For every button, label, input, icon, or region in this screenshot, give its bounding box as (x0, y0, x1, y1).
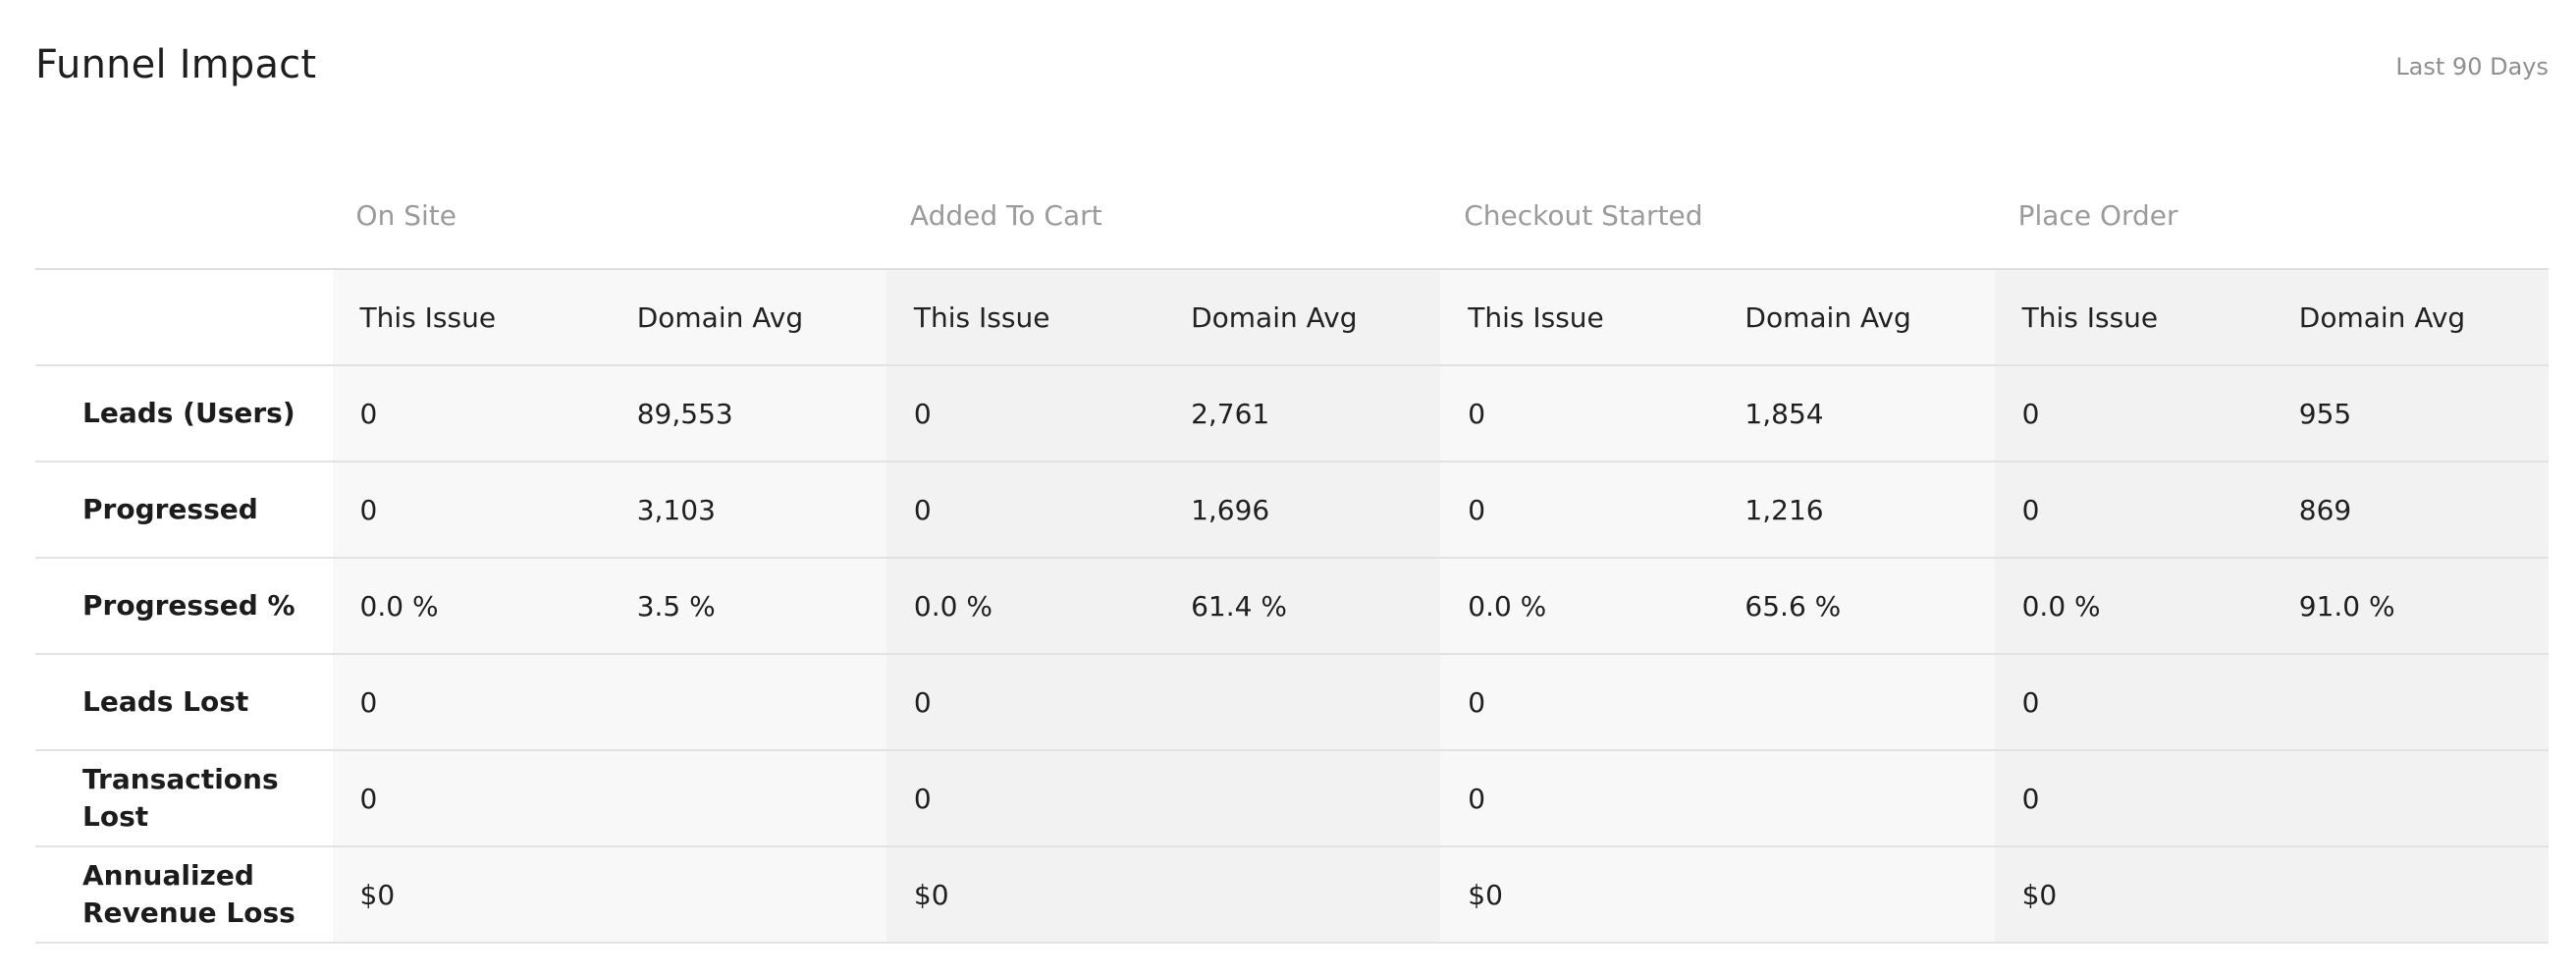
table-row: Progressed 0 3,103 0 1,696 0 1,216 0 869 (35, 462, 2549, 559)
subheader-this-issue: This Issue (1994, 269, 2272, 366)
table-cell: 0 (332, 750, 610, 847)
table-cell: 1,854 (1717, 365, 1995, 462)
table-cell (2271, 750, 2549, 847)
subheader-domain-avg: Domain Avg (1163, 269, 1441, 366)
table-row: Progressed % 0.0 % 3.5 % 0.0 % 61.4 % 0.… (35, 558, 2549, 655)
table-cell: 0 (1440, 750, 1718, 847)
table-cell: $0 (1994, 846, 2272, 944)
table-cell (1717, 846, 1995, 944)
table-cell: 1,216 (1717, 462, 1995, 559)
table-cell: 0.0 % (332, 558, 610, 655)
table-cell: 0 (1994, 365, 2272, 462)
table-cell: 0 (1994, 654, 2272, 751)
table-cell: 0.0 % (886, 558, 1164, 655)
stage-header-added-to-cart: Added To Cart (886, 162, 1441, 270)
table-cell (1163, 750, 1441, 847)
subheader-this-issue: This Issue (886, 269, 1164, 366)
table-cell: 0 (1994, 750, 2272, 847)
table-cell: 0 (886, 654, 1164, 751)
stage-header-row: On Site Added To Cart Checkout Started P… (35, 162, 2549, 270)
row-label: Leads Lost (35, 654, 333, 751)
table-row: Leads Lost 0 0 0 0 (35, 654, 2549, 751)
table-cell: 0.0 % (1440, 558, 1718, 655)
table-cell: 869 (2271, 462, 2549, 559)
stage-header-checkout-started: Checkout Started (1440, 162, 1995, 270)
subheader-corner-cell (35, 269, 333, 366)
row-label: Progressed (35, 462, 333, 559)
subheader-domain-avg: Domain Avg (2271, 269, 2549, 366)
table-cell: $0 (1440, 846, 1718, 944)
table-cell: 0 (886, 365, 1164, 462)
table-cell: 2,761 (1163, 365, 1441, 462)
table-row: Annualized Revenue Loss $0 $0 $0 $0 (35, 846, 2549, 944)
table-cell: 65.6 % (1717, 558, 1995, 655)
table-cell: 0.0 % (1994, 558, 2272, 655)
corner-cell (35, 162, 333, 270)
table-cell: 0 (1994, 462, 2272, 559)
table-cell (609, 846, 886, 944)
table-cell (609, 750, 886, 847)
table-row: Transactions Lost 0 0 0 0 (35, 750, 2549, 847)
table-cell (1717, 654, 1995, 751)
funnel-impact-table: On Site Added To Cart Checkout Started P… (35, 162, 2549, 944)
table-cell: 1,696 (1163, 462, 1441, 559)
table-cell: 0 (1440, 462, 1718, 559)
table-cell: 0 (1440, 654, 1718, 751)
table-cell: 955 (2271, 365, 2549, 462)
table-cell (1163, 846, 1441, 944)
table-row: Leads (Users) 0 89,553 0 2,761 0 1,854 0… (35, 365, 2549, 462)
table-cell: 3,103 (609, 462, 886, 559)
table-cell (2271, 846, 2549, 944)
table-cell: 0 (332, 462, 610, 559)
table-cell: 0 (332, 365, 610, 462)
row-label: Transactions Lost (35, 750, 333, 847)
table-cell: 3.5 % (609, 558, 886, 655)
row-label: Annualized Revenue Loss (35, 846, 333, 944)
table-cell: 89,553 (609, 365, 886, 462)
subheader-row: This Issue Domain Avg This Issue Domain … (35, 269, 2549, 366)
table-cell (1163, 654, 1441, 751)
table-cell: 0 (886, 750, 1164, 847)
table-cell (1717, 750, 1995, 847)
table-cell: 61.4 % (1163, 558, 1441, 655)
table-cell (609, 654, 886, 751)
table-cell: 0 (332, 654, 610, 751)
stage-header-place-order: Place Order (1994, 162, 2549, 270)
stage-header-on-site: On Site (332, 162, 886, 270)
subheader-this-issue: This Issue (332, 269, 610, 366)
date-range-label: Last 90 Days (2395, 53, 2549, 81)
subheader-this-issue: This Issue (1440, 269, 1718, 366)
table-cell: $0 (886, 846, 1164, 944)
row-label: Progressed % (35, 558, 333, 655)
table-cell: 91.0 % (2271, 558, 2549, 655)
subheader-domain-avg: Domain Avg (609, 269, 886, 366)
subheader-domain-avg: Domain Avg (1717, 269, 1995, 366)
table-cell: 0 (886, 462, 1164, 559)
table-cell (2271, 654, 2549, 751)
row-label: Leads (Users) (35, 365, 333, 462)
table-cell: 0 (1440, 365, 1718, 462)
table-cell: $0 (332, 846, 610, 944)
page-title: Funnel Impact (35, 42, 317, 87)
